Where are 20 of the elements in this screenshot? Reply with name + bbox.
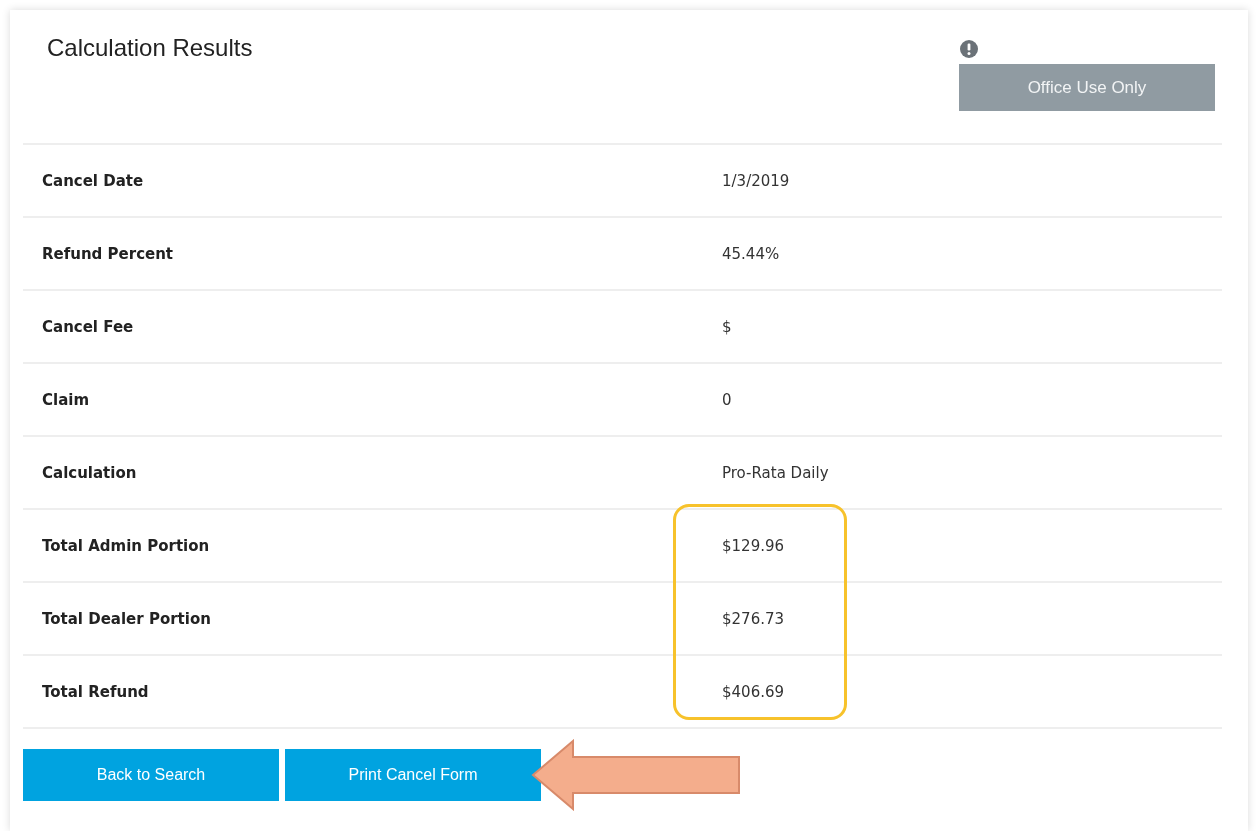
- field-label: Total Dealer Portion: [41, 609, 212, 628]
- field-value: 45.44%: [722, 244, 780, 263]
- action-button[interactable]: Print Cancel Form: [285, 749, 541, 801]
- field-label: Calculation: [41, 463, 138, 482]
- action-button[interactable]: Back to Search: [23, 749, 279, 801]
- field-value: $: [722, 317, 732, 336]
- field-label: Claim: [41, 390, 91, 409]
- field-value: 1/3/2019: [722, 171, 790, 190]
- field-label: Cancel Date: [41, 171, 145, 190]
- page-title: Calculation Results: [47, 34, 253, 62]
- field-label: Total Admin Portion: [41, 536, 211, 555]
- field-value: $406.69: [722, 682, 785, 701]
- field-value: $129.96: [722, 536, 785, 555]
- field-label: Cancel Fee: [41, 317, 135, 336]
- field-label: Refund Percent: [41, 244, 175, 263]
- field-label: Total Refund: [41, 682, 150, 701]
- field-value: 0: [722, 390, 732, 409]
- field-value: Pro-Rata Daily: [722, 463, 829, 482]
- field-value: $276.73: [722, 609, 785, 628]
- exclamation-icon: [960, 40, 978, 58]
